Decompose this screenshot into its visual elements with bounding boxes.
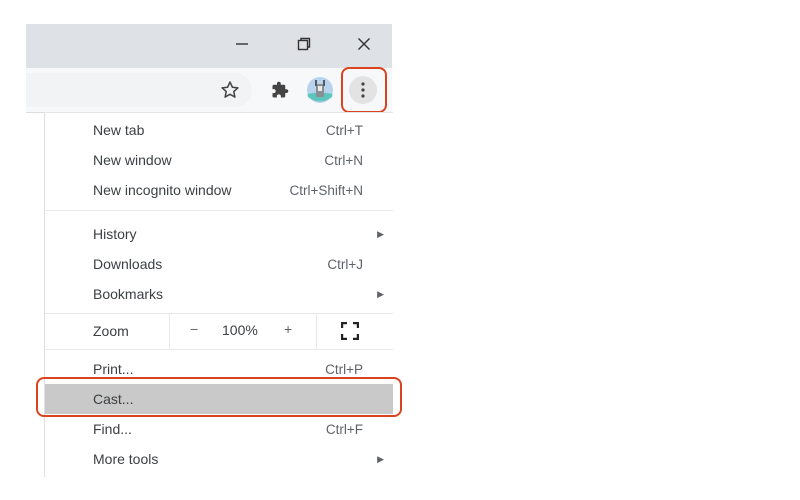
- menu-item-shortcut: Ctrl+J: [327, 256, 363, 272]
- avatar: [307, 77, 333, 103]
- menu-item-label: New window: [93, 152, 172, 168]
- menu-item-cast[interactable]: Cast...: [45, 384, 393, 414]
- menu-separator: [45, 210, 393, 211]
- extensions-button[interactable]: [266, 76, 294, 104]
- menu-item-new-incognito-window[interactable]: New incognito window Ctrl+Shift+N: [45, 175, 393, 205]
- window-titlebar: [26, 24, 392, 68]
- menu-separator: [45, 349, 393, 350]
- kebab-menu-icon: [361, 82, 365, 98]
- menu-item-shortcut: Ctrl+P: [325, 361, 363, 377]
- zoom-label: Zoom: [93, 323, 129, 339]
- menu-item-label: Print...: [93, 361, 134, 377]
- menu-item-new-window[interactable]: New window Ctrl+N: [45, 145, 393, 175]
- menu-item-label: History: [93, 226, 137, 242]
- submenu-arrow-icon: ▶: [377, 228, 384, 239]
- menu-item-more-tools[interactable]: More tools ▶: [45, 444, 393, 474]
- menu-item-shortcut: Ctrl+N: [324, 152, 363, 168]
- restore-icon: [297, 37, 311, 51]
- fullscreen-button[interactable]: [340, 321, 360, 341]
- fullscreen-icon: [340, 321, 360, 341]
- menu-item-shortcut: Ctrl+F: [325, 421, 363, 437]
- menu-item-label: New tab: [93, 122, 145, 138]
- menu-item-label: More tools: [93, 451, 159, 467]
- menu-item-new-tab[interactable]: New tab Ctrl+T: [45, 115, 393, 145]
- menu-item-history[interactable]: History ▶: [45, 219, 393, 249]
- puzzle-icon: [272, 81, 289, 98]
- zoom-controls: − 100% +: [169, 313, 317, 349]
- menu-item-print[interactable]: Print... Ctrl+P: [45, 354, 393, 384]
- zoom-in-button[interactable]: +: [284, 321, 292, 337]
- close-icon: [358, 38, 370, 50]
- bookmark-star-button[interactable]: [216, 76, 244, 104]
- submenu-arrow-icon: ▶: [377, 288, 384, 299]
- menu-item-shortcut: Ctrl+Shift+N: [289, 182, 363, 198]
- star-icon: [221, 81, 239, 98]
- menu-item-bookmarks[interactable]: Bookmarks ▶: [45, 279, 393, 309]
- submenu-arrow-icon: ▶: [377, 453, 384, 464]
- browser-toolbar: [26, 68, 392, 112]
- restore-button[interactable]: [281, 24, 327, 64]
- profile-button[interactable]: [306, 76, 334, 104]
- menu-item-downloads[interactable]: Downloads Ctrl+J: [45, 249, 393, 279]
- menu-item-label: Find...: [93, 421, 132, 437]
- menu-item-label: New incognito window: [93, 182, 232, 198]
- chrome-menu-button[interactable]: [349, 76, 377, 104]
- menu-item-find[interactable]: Find... Ctrl+F: [45, 414, 393, 444]
- close-window-button[interactable]: [341, 24, 387, 64]
- menu-item-label: Cast...: [93, 391, 134, 407]
- menu-item-shortcut: Ctrl+T: [325, 122, 363, 138]
- menu-item-label: Downloads: [93, 256, 163, 272]
- minimize-icon: [236, 43, 248, 45]
- zoom-row: Zoom − 100% +: [45, 313, 393, 349]
- toolbar-divider: [26, 112, 44, 113]
- minimize-button[interactable]: [219, 24, 265, 64]
- chrome-menu: New tab Ctrl+T New window Ctrl+N New inc…: [44, 112, 393, 477]
- zoom-level-value: 100%: [222, 322, 258, 338]
- menu-item-label: Bookmarks: [93, 286, 164, 302]
- zoom-out-button[interactable]: −: [190, 321, 198, 337]
